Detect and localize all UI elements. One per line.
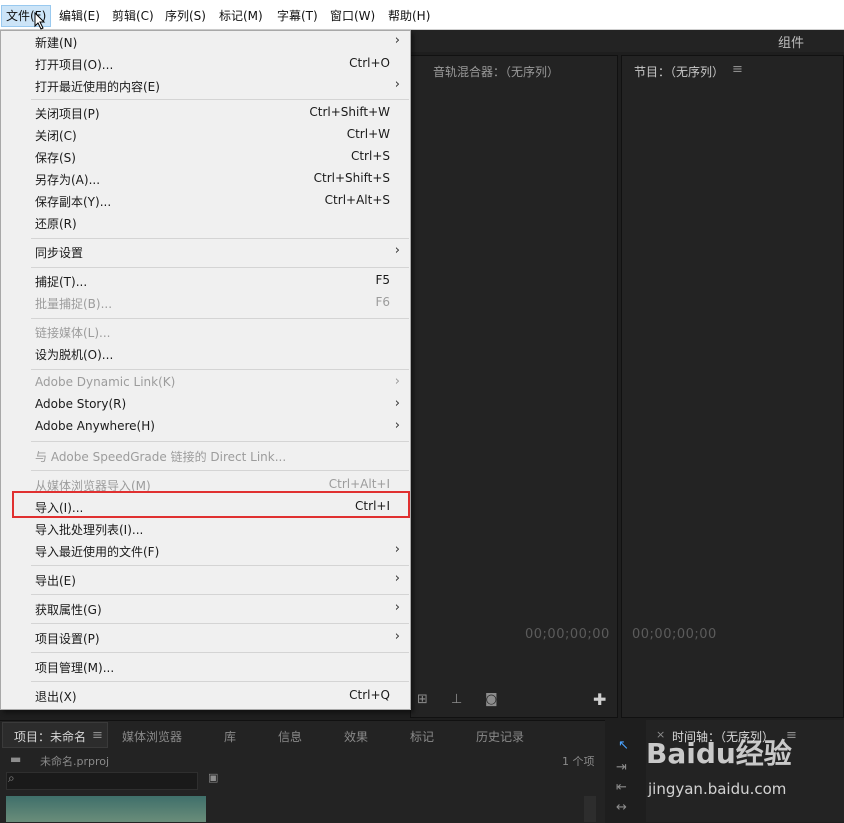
selection-tool-icon[interactable]: ↖ (618, 738, 629, 753)
menu-item-open-recent[interactable]: 打开最近使用的内容(E) › (1, 75, 410, 97)
chevron-right-icon: › (394, 77, 400, 92)
project-file-name: 未命名.prproj (40, 755, 110, 768)
menu-separator (31, 99, 409, 100)
menu-item-batch-capture[interactable]: 批量捕捉(B)... F6 (1, 292, 410, 314)
menu-item-export[interactable]: 导出(E) › (1, 569, 410, 591)
menu-item-new[interactable]: 新建(N) › (1, 31, 410, 53)
file-menu: 新建(N) › 打开项目(O)... Ctrl+O 打开最近使用的内容(E) › 关闭… (0, 30, 411, 710)
rolling-edit-tool-icon[interactable]: ↔ (616, 800, 627, 815)
source-timecode[interactable]: 00;00;00;00 (525, 627, 610, 642)
folder-icon: ▬ (10, 752, 22, 766)
watermark-logo-text: Baidu经验 (646, 737, 792, 770)
menu-separator (31, 318, 409, 319)
tab-project-label[interactable]: 项目：未命名 (14, 728, 86, 745)
menu-item-adobe-anywhere[interactable]: Adobe Anywhere(H) › (1, 416, 410, 438)
program-timecode[interactable]: 00;00;00;00 (632, 627, 717, 642)
audio-mixer-title[interactable]: 音轨混合器：（无序列） (433, 63, 559, 80)
watermark-url: jingyan.baidu.com (648, 780, 787, 798)
ripple-edit-tool-icon[interactable]: ⇤ (616, 780, 627, 795)
menu-separator (31, 441, 409, 442)
overwrite-icon[interactable]: ⊥ (451, 692, 462, 707)
watermark: Baidu经验 jingyan.baidu.com (646, 724, 836, 804)
tab-media-browser[interactable]: 媒体浏览器 (122, 728, 182, 745)
chevron-right-icon: › (394, 396, 400, 411)
tools-panel: ↖ ⇥ ⇤ ↔ (608, 720, 644, 822)
menu-separator (31, 565, 409, 566)
track-select-tool-icon[interactable]: ⇥ (616, 760, 627, 775)
menu-separator (31, 267, 409, 268)
program-title[interactable]: 节目：（无序列） (634, 63, 724, 80)
menu-bar: 文件(F) 编辑(E) 剪辑(C) 序列(S) 标记(M) 字幕(T) 窗口(W… (0, 0, 844, 30)
menu-item-dynamic-link[interactable]: Adobe Dynamic Link(K) › (1, 372, 410, 394)
menu-separator (31, 369, 409, 370)
search-icon: ⌕ (8, 771, 15, 785)
new-bin-icon[interactable]: ▣ (208, 771, 218, 784)
chevron-right-icon: › (394, 243, 400, 258)
menu-item-sync-settings[interactable]: 同步设置 › (1, 241, 410, 263)
menu-item-exit[interactable]: 退出(X) Ctrl+Q (1, 685, 410, 707)
search-input[interactable] (6, 772, 198, 790)
menu-item-get-properties[interactable]: 获取属性(G) › (1, 598, 410, 620)
menu-item-open-project[interactable]: 打开项目(O)... Ctrl+O (1, 53, 410, 75)
chevron-right-icon: › (394, 33, 400, 48)
add-button-icon[interactable]: ✚ (593, 690, 606, 709)
project-menu-icon[interactable]: ≡ (92, 728, 103, 743)
menu-separator (31, 652, 409, 653)
audio-mixer-panel: 音轨混合器：（无序列） 00;00;00;00 ⊞ ⊥ ◙ ✚ (410, 55, 618, 718)
clip-thumbnail[interactable] (6, 796, 206, 822)
menu-window[interactable]: 窗口(W) (326, 6, 379, 26)
menu-item-save-as[interactable]: 另存为(A)... Ctrl+Shift+S (1, 168, 410, 190)
menu-separator (31, 470, 409, 471)
tab-effects[interactable]: 效果 (344, 728, 368, 745)
menu-sequence[interactable]: 序列(S) (161, 6, 210, 26)
menu-title[interactable]: 字幕(T) (273, 6, 322, 26)
menu-item-adobe-story[interactable]: Adobe Story(R) › (1, 394, 410, 416)
menu-item-link-media[interactable]: 链接媒体(L)... (1, 321, 410, 343)
mouse-cursor-icon (34, 12, 46, 30)
menu-marker[interactable]: 标记(M) (215, 6, 267, 26)
menu-item-project-manager[interactable]: 项目管理(M)... (1, 656, 410, 678)
menu-clip[interactable]: 剪辑(C) (108, 6, 158, 26)
menu-item-import-recent[interactable]: 导入最近使用的文件(F) › (1, 540, 410, 562)
tab-info[interactable]: 信息 (278, 728, 302, 745)
tab-history[interactable]: 历史记录 (476, 728, 524, 745)
project-item-count: 1 个项 (562, 755, 595, 768)
scrollbar[interactable] (584, 796, 596, 822)
menu-item-make-offline[interactable]: 设为脱机(O)... (1, 343, 410, 365)
menu-separator (31, 238, 409, 239)
chevron-right-icon: › (394, 600, 400, 615)
panel-menu-icon[interactable]: ≡ (732, 62, 743, 77)
chevron-right-icon: › (394, 571, 400, 586)
menu-item-revert[interactable]: 还原(R) (1, 212, 410, 234)
menu-separator (31, 623, 409, 624)
menu-item-save[interactable]: 保存(S) Ctrl+S (1, 146, 410, 168)
menu-separator (31, 681, 409, 682)
tab-libraries[interactable]: 库 (224, 728, 236, 745)
menu-item-import-batch-list[interactable]: 导入批处理列表(I)... (1, 518, 410, 540)
chevron-right-icon: › (394, 374, 400, 389)
chevron-right-icon: › (394, 542, 400, 557)
menu-item-speedgrade-link[interactable]: 与 Adobe SpeedGrade 链接的 Direct Link... (1, 445, 410, 467)
menu-item-capture[interactable]: 捕捉(T)... F5 (1, 270, 410, 292)
menu-item-close-project[interactable]: 关闭项目(P) Ctrl+Shift+W (1, 102, 410, 124)
menu-item-project-settings[interactable]: 项目设置(P) › (1, 627, 410, 649)
menu-help[interactable]: 帮助(H) (384, 6, 434, 26)
menu-item-close[interactable]: 关闭(C) Ctrl+W (1, 124, 410, 146)
chevron-right-icon: › (394, 629, 400, 644)
import-highlight-box (12, 491, 410, 518)
tab-markers[interactable]: 标记 (410, 728, 434, 745)
camera-icon[interactable]: ◙ (485, 692, 498, 707)
workspace-label[interactable]: 组件 (778, 32, 804, 51)
program-panel: 节目：（无序列） ≡ 00;00;00;00 (621, 55, 844, 718)
chevron-right-icon: › (394, 418, 400, 433)
insert-icon[interactable]: ⊞ (417, 692, 428, 707)
menu-separator (31, 594, 409, 595)
menu-edit[interactable]: 编辑(E) (55, 6, 104, 26)
menu-item-save-copy[interactable]: 保存副本(Y)... Ctrl+Alt+S (1, 190, 410, 212)
